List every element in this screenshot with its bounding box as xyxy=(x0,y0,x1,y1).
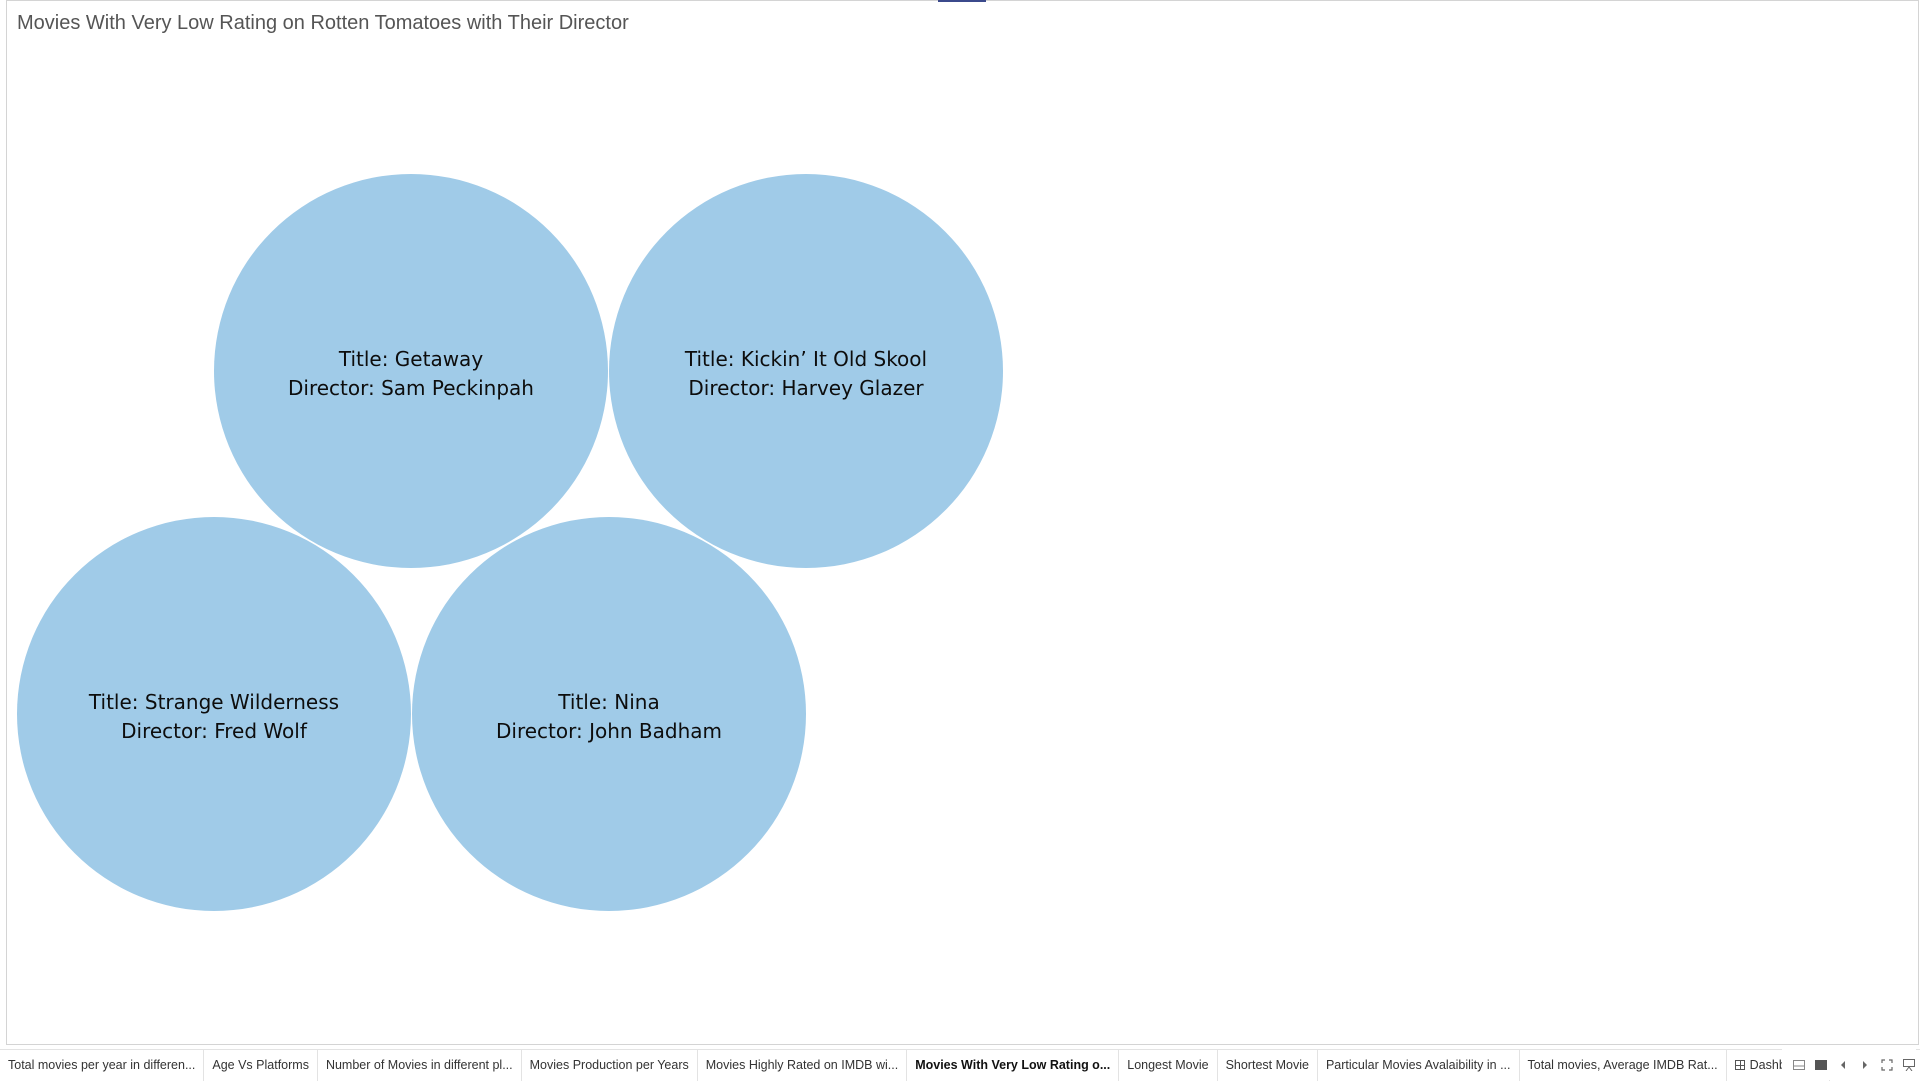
tab-particular-movies[interactable]: Particular Movies Avalaibility in ... xyxy=(1318,1050,1520,1081)
bubble-mark[interactable] xyxy=(214,174,608,568)
bubble-title-label: Title: Nina xyxy=(557,690,659,714)
bubble-director-label: Director: Fred Wolf xyxy=(121,719,308,743)
tab-age-vs-platforms[interactable]: Age Vs Platforms xyxy=(204,1050,318,1081)
tab-shortest-movie[interactable]: Shortest Movie xyxy=(1218,1050,1318,1081)
bubble-director-label: Director: John Badham xyxy=(496,719,722,743)
bubble-director-label: Director: Harvey Glazer xyxy=(688,376,924,400)
bubble-title-label: Title: Strange Wilderness xyxy=(88,690,339,714)
bubble-mark[interactable] xyxy=(609,174,1003,568)
bubble-3[interactable]: Title: Strange Wilderness Director: Fred … xyxy=(17,517,411,911)
tab-movies-production[interactable]: Movies Production per Years xyxy=(522,1050,698,1081)
bubble-title-label: Title: Getaway xyxy=(338,347,483,371)
tab-longest-movie[interactable]: Longest Movie xyxy=(1119,1050,1218,1081)
fullscreen-icon[interactable] xyxy=(1880,1058,1894,1072)
tab-total-movies-average[interactable]: Total movies, Average IMDB Rat... xyxy=(1520,1050,1727,1081)
bubble-mark[interactable] xyxy=(412,517,806,911)
bubble-4[interactable]: Title: Nina Director: John Badham xyxy=(412,517,806,911)
bubble-title-label: Title: Kickin’ It Old Skool xyxy=(684,347,927,371)
presentation-mode-icon[interactable] xyxy=(1902,1058,1916,1072)
tab-controls xyxy=(1782,1049,1916,1080)
bubble-2[interactable]: Title: Kickin’ It Old Skool Director: Har… xyxy=(609,174,1003,568)
show-filmstrip-icon[interactable] xyxy=(1792,1058,1806,1072)
tab-number-of-movies[interactable]: Number of Movies in different pl... xyxy=(318,1050,522,1081)
bubble-mark[interactable] xyxy=(17,517,411,911)
dashboard-icon xyxy=(1734,1060,1745,1070)
bubble-chart: Title: GetawayDirector: Sam PeckinpahTit… xyxy=(17,174,1003,911)
bubble-1[interactable]: Title: Getaway Director: Sam Peckinpah xyxy=(214,174,608,568)
tab-movies-very-low-rating[interactable]: Movies With Very Low Rating o... xyxy=(907,1050,1120,1081)
next-sheet-icon[interactable] xyxy=(1858,1058,1872,1072)
show-tabs-icon[interactable] xyxy=(1814,1058,1828,1072)
tab-total-movies-per-year[interactable]: Total movies per year in differen... xyxy=(0,1050,205,1081)
bubble-director-label: Director: Sam Peckinpah xyxy=(288,376,534,400)
sheet-tab-bar: Total movies per year in differen... Age… xyxy=(0,1049,1920,1081)
tab-movies-highly-rated[interactable]: Movies Highly Rated on IMDB wi... xyxy=(698,1050,908,1081)
previous-sheet-icon[interactable] xyxy=(1836,1058,1850,1072)
